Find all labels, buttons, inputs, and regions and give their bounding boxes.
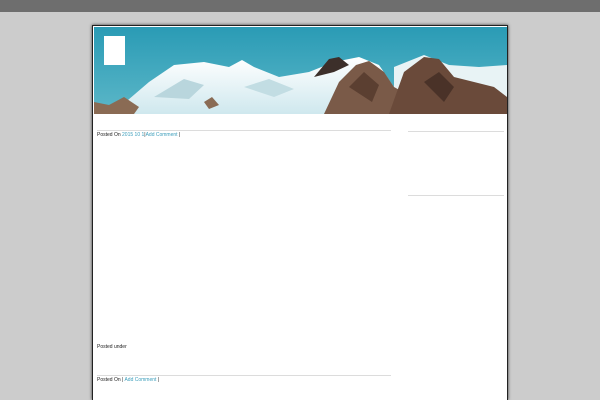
post-date-year-link[interactable]: 2015: [122, 132, 133, 138]
meta-separator: |: [157, 377, 160, 383]
sidebar-divider: [408, 195, 504, 196]
posted-under-text: Posted under: [97, 344, 127, 350]
post-date-month-link[interactable]: 10: [135, 132, 141, 138]
sidebar-divider: [408, 131, 504, 132]
post-meta: Posted On | Add Comment |: [97, 377, 159, 384]
site-logo[interactable]: [104, 36, 125, 65]
posted-on-label: Posted On |: [97, 377, 124, 383]
meta-separator: |: [178, 132, 181, 138]
page-container: Posted On 2015 10 1|Add Comment | Posted…: [92, 25, 508, 400]
post-meta: Posted On 2015 10 1|Add Comment |: [97, 132, 180, 139]
browser-top-bar: [0, 0, 600, 12]
posted-on-label: Posted On: [97, 132, 121, 138]
post-divider: [97, 130, 391, 131]
header-banner-image: [94, 27, 507, 114]
add-comment-link[interactable]: Add Comment: [146, 132, 178, 138]
add-comment-link[interactable]: Add Comment: [124, 377, 156, 383]
post-divider: [97, 375, 391, 376]
